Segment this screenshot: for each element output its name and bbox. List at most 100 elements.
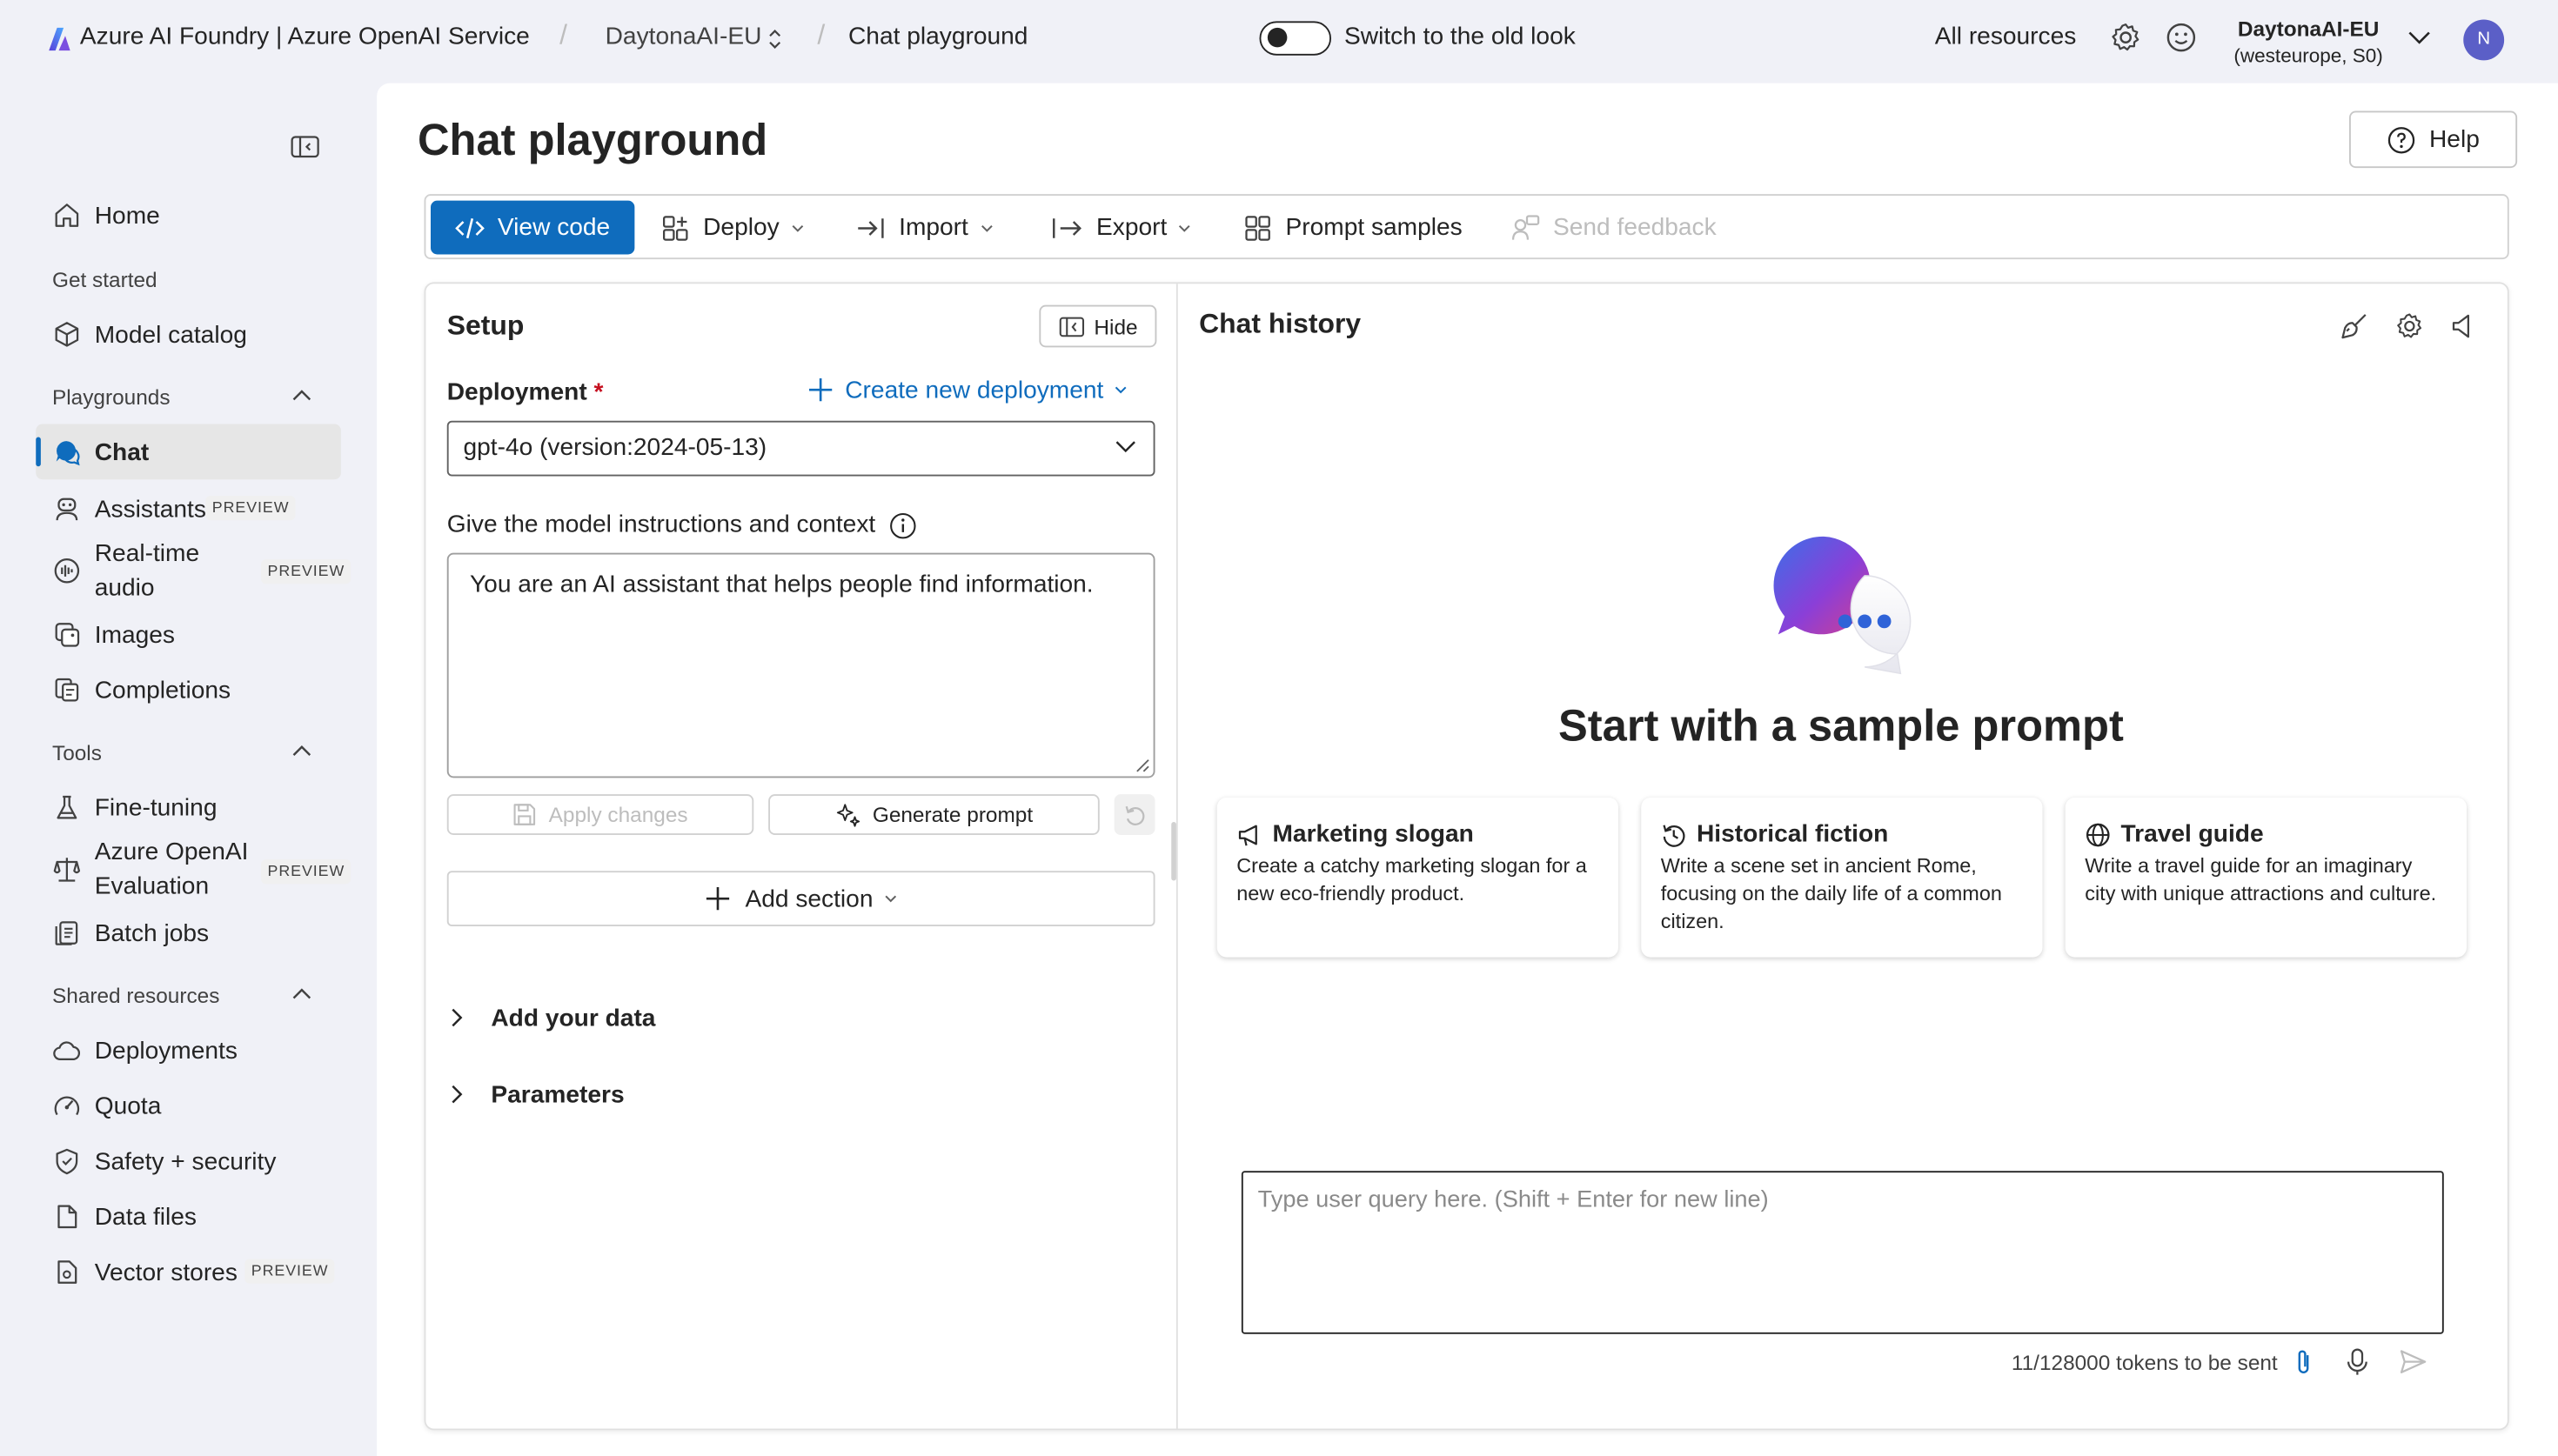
all-resources-link[interactable]: All resources: [1935, 23, 2077, 50]
user-query-input[interactable]: Type user query here. (Shift + Enter for…: [1241, 1171, 2444, 1334]
speaker-icon[interactable]: [2448, 311, 2478, 341]
export-button[interactable]: Export: [1051, 201, 1194, 255]
sidebar-section-tools: Tools: [52, 740, 102, 765]
batch-jobs-icon: [55, 921, 78, 945]
feedback-smiley-icon[interactable]: [2165, 21, 2198, 54]
sidebar-item-vector-stores[interactable]: Vector stores PREVIEW: [36, 1245, 341, 1300]
panel-resize-handle[interactable]: [1171, 822, 1176, 881]
apply-changes-label: Apply changes: [548, 802, 688, 827]
collapse-sidebar-icon[interactable]: [291, 134, 320, 160]
sidebar-item-chat[interactable]: Chat: [36, 424, 341, 480]
preview-badge: PREVIEW: [205, 496, 296, 521]
sidebar-item-label: Chat: [94, 437, 150, 466]
sample-card-travel-guide[interactable]: Travel guide Write a travel guide for an…: [2065, 797, 2467, 958]
chevron-up-icon[interactable]: [291, 385, 313, 408]
system-message-textarea[interactable]: You are an AI assistant that helps peopl…: [446, 552, 1155, 778]
add-your-data-accordion[interactable]: Add your data: [449, 999, 656, 1035]
add-section-label: Add section: [745, 885, 874, 913]
sidebar-item-label: Model catalog: [94, 320, 247, 349]
images-icon: [55, 623, 80, 647]
scales-icon: [53, 858, 81, 882]
code-icon: [455, 217, 485, 238]
system-message-text: You are an AI assistant that helps peopl…: [470, 571, 1094, 599]
resize-handle-icon[interactable]: [1135, 758, 1150, 773]
chevron-down-icon: [791, 224, 803, 231]
sidebar-item-label: Home: [94, 201, 160, 230]
user-query-placeholder: Type user query here. (Shift + Enter for…: [1257, 1187, 1769, 1213]
generate-prompt-button[interactable]: Generate prompt: [768, 794, 1100, 835]
old-look-toggle[interactable]: [1259, 21, 1331, 56]
info-icon[interactable]: [889, 512, 917, 540]
breadcrumb-resource[interactable]: DaytonaAI-EU: [606, 23, 762, 50]
settings-icon[interactable]: [2109, 21, 2142, 54]
deployment-select[interactable]: gpt-4o (version:2024-05-13): [446, 420, 1155, 477]
hide-label: Hide: [1094, 313, 1138, 339]
required-marker: *: [593, 378, 604, 406]
chevron-right-icon: [452, 1085, 463, 1104]
send-feedback-button[interactable]: Send feedback: [1510, 201, 1717, 255]
avatar[interactable]: N: [2463, 19, 2505, 61]
preview-badge: PREVIEW: [261, 859, 352, 885]
product-title[interactable]: Azure AI Foundry | Azure OpenAI Service: [80, 23, 530, 50]
account-name: DaytonaAI-EU: [2237, 16, 2380, 41]
reset-button[interactable]: [1114, 794, 1155, 835]
instructions-label: Give the model instructions and context: [446, 510, 876, 538]
sidebar-item-home[interactable]: Home: [36, 188, 341, 244]
chevron-down-icon: [981, 224, 992, 231]
generate-prompt-label: Generate prompt: [872, 802, 1034, 827]
sidebar-item-label: Quota: [94, 1092, 162, 1120]
view-code-button[interactable]: View code: [431, 200, 635, 255]
create-deployment-button[interactable]: Create new deployment: [806, 375, 1129, 404]
import-button[interactable]: Import: [856, 201, 994, 255]
sidebar-item-quota[interactable]: Quota: [36, 1078, 341, 1133]
sample-card-historical-fiction[interactable]: Historical fiction Write a scene set in …: [1641, 797, 2043, 958]
hide-panel-icon: [1059, 316, 1084, 337]
sidebar-item-label: Data files: [94, 1202, 197, 1231]
deploy-button[interactable]: Deploy: [660, 201, 805, 255]
hide-setup-button[interactable]: Hide: [1039, 304, 1157, 348]
chevron-up-icon[interactable]: [291, 740, 313, 763]
sidebar-item-label: Evaluation: [94, 872, 210, 900]
sidebar-item-completions[interactable]: Completions: [36, 662, 341, 718]
sparkle-icon: [836, 803, 860, 826]
chevron-down-icon[interactable]: [2407, 28, 2433, 48]
help-label: Help: [2428, 125, 2480, 154]
parameters-accordion[interactable]: Parameters: [449, 1077, 625, 1112]
cube-icon: [55, 322, 79, 347]
sample-card-marketing-slogan[interactable]: Marketing slogan Create a catchy marketi…: [1216, 797, 1618, 958]
chat-icon: [56, 441, 80, 466]
sidebar-item-batch-jobs[interactable]: Batch jobs: [36, 905, 341, 961]
completions-icon: [55, 678, 79, 702]
sidebar-item-label: Deployments: [94, 1036, 238, 1065]
sidebar-item-images[interactable]: Images: [36, 607, 341, 663]
chevron-up-icon[interactable]: [291, 984, 313, 1006]
plus-icon: [706, 887, 729, 911]
sample-card-title: Travel guide: [2120, 820, 2264, 848]
prompt-samples-button[interactable]: Prompt samples: [1243, 201, 1463, 255]
home-icon: [55, 204, 79, 227]
add-section-button[interactable]: Add section: [446, 871, 1155, 926]
chevron-up-down-icon[interactable]: [767, 28, 783, 50]
microphone-icon[interactable]: [2344, 1347, 2370, 1377]
sidebar-item-assistants[interactable]: Assistants PREVIEW: [36, 481, 341, 537]
chat-settings-icon[interactable]: [2395, 311, 2425, 341]
sidebar-item-deployments[interactable]: Deployments: [36, 1023, 341, 1079]
help-button[interactable]: Help: [2349, 110, 2518, 169]
send-icon[interactable]: [2398, 1347, 2427, 1377]
account-switcher[interactable]: DaytonaAI-EU (westeurope, S0): [2228, 15, 2388, 70]
sidebar-item-evaluation[interactable]: Azure OpenAI Evaluation PREVIEW: [36, 835, 352, 904]
sidebar-item-model-catalog[interactable]: Model catalog: [36, 307, 341, 363]
sidebar-item-label: Safety + security: [94, 1147, 277, 1175]
attach-paperclip-icon[interactable]: [2292, 1347, 2314, 1377]
sidebar-item-label: Completions: [94, 676, 231, 705]
sidebar-item-data-files[interactable]: Data files: [36, 1189, 341, 1245]
sidebar-item-safety-security[interactable]: Safety + security: [36, 1133, 341, 1189]
chevron-down-icon: [1115, 441, 1135, 453]
send-feedback-label: Send feedback: [1553, 213, 1717, 242]
sidebar-item-fine-tuning[interactable]: Fine-tuning: [36, 779, 341, 835]
token-count: 11/128000 tokens to be sent: [2011, 1350, 2278, 1375]
sidebar-item-realtime-audio[interactable]: Real-time audio PREVIEW: [36, 537, 352, 605]
add-your-data-label: Add your data: [491, 1004, 656, 1032]
clear-chat-broom-icon[interactable]: [2340, 311, 2369, 341]
apply-changes-button[interactable]: Apply changes: [446, 794, 754, 835]
